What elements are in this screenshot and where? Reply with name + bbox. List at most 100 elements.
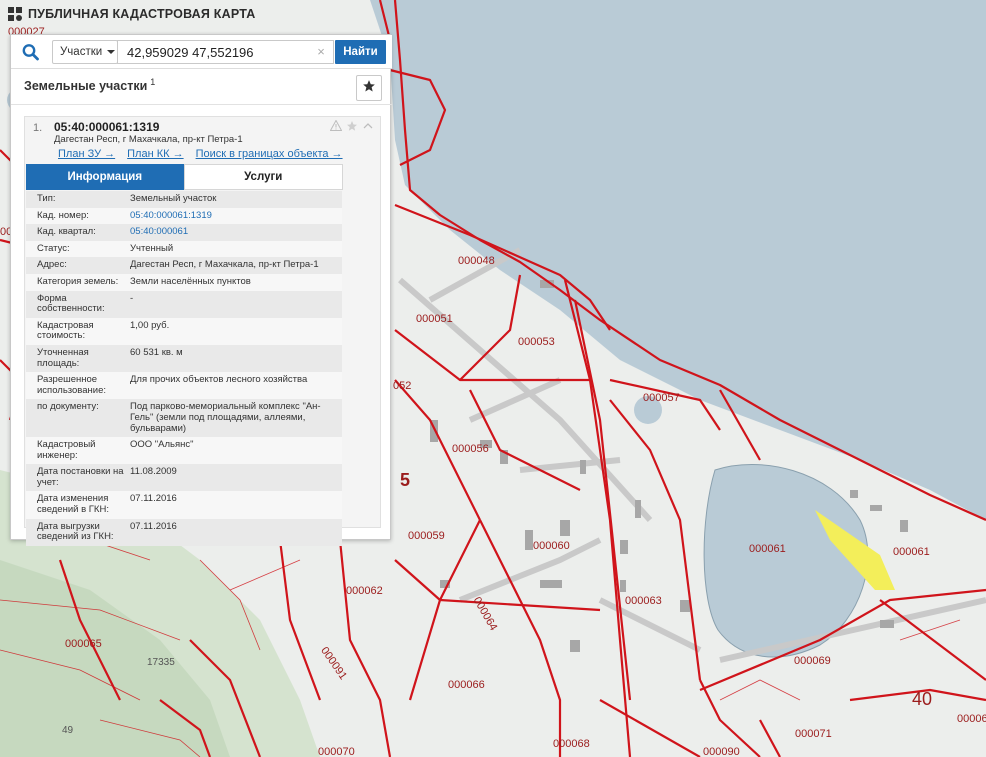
search-bar: Участки × Найти bbox=[11, 35, 392, 69]
tab-information[interactable]: Информация bbox=[26, 164, 184, 190]
property-value: Учтенный bbox=[130, 242, 174, 254]
map-parcel-label: 000048 bbox=[458, 255, 495, 267]
properties-table: Тип: Земельный участок Кад. номер: 05:40:0… bbox=[26, 191, 342, 546]
clear-search-button[interactable]: × bbox=[314, 44, 328, 60]
property-key: Статус: bbox=[37, 242, 70, 254]
map-parcel-label: 49 bbox=[62, 725, 74, 736]
plan-kk-link[interactable]: План КК → bbox=[127, 148, 183, 160]
app-header: ПУБЛИЧНАЯ КАДАСТРОВАЯ КАРТА bbox=[8, 5, 255, 23]
search-panel: Участки × Найти Земельные участки1 1. 05… bbox=[10, 34, 392, 546]
map-parcel-label: 000068 bbox=[553, 738, 590, 750]
result-tabs: Информация Услуги bbox=[26, 164, 343, 190]
results-title-text: Земельные участки bbox=[24, 79, 148, 94]
property-row: Разрешенное использование: Для прочих объ… bbox=[26, 372, 342, 400]
property-key: Кад. квартал: bbox=[37, 226, 96, 238]
property-row: Кадастровая стоимость: 1,00 руб. bbox=[26, 317, 342, 345]
star-outline-icon[interactable] bbox=[346, 120, 358, 135]
result-item-cad-number[interactable]: 05:40:000061:1319 bbox=[54, 120, 159, 134]
property-value: ООО "Альянс" bbox=[130, 439, 194, 451]
results-title: Земельные участки 1 bbox=[24, 77, 155, 93]
cad-number-link[interactable]: 05:40:000061:1319 bbox=[130, 210, 342, 222]
result-item-tools bbox=[329, 119, 374, 135]
chevron-down-icon bbox=[107, 50, 116, 54]
property-key: Категория земель: bbox=[37, 275, 119, 287]
map-parcel-label: 000062 bbox=[346, 585, 383, 597]
property-row: Уточненная площадь: 60 531 кв. м bbox=[26, 344, 342, 373]
property-key: Дата постановки на учет: bbox=[37, 466, 124, 488]
property-row: Дата изменения сведений в ГКН: 07.11.2016 bbox=[26, 491, 342, 519]
star-icon bbox=[362, 79, 376, 98]
property-key: по документу: bbox=[37, 401, 99, 413]
property-row: Кад. номер: 05:40:000061:1319 bbox=[26, 207, 342, 225]
property-row: Категория земель: Земли населённых пункто… bbox=[26, 273, 342, 291]
property-row: Дата постановки на учет: 11.08.2009 bbox=[26, 464, 342, 492]
property-value: 11.08.2009 bbox=[130, 466, 177, 478]
map-parcel-label: 000059 bbox=[408, 530, 445, 542]
map-parcel-label: 000069 bbox=[794, 655, 831, 667]
map-parcel-label: 000051 bbox=[416, 313, 453, 325]
result-item-address: Дагестан Респ, г Махачкала, пр-кт Петра-… bbox=[54, 134, 243, 145]
property-value: - bbox=[130, 292, 134, 304]
property-key: Дата выгрузки сведений из ГКН: bbox=[37, 520, 114, 543]
map-parcel-label: 000053 bbox=[518, 336, 555, 348]
find-button[interactable]: Найти bbox=[335, 40, 386, 64]
map-parcel-label: 000065 bbox=[65, 638, 102, 650]
map-parcel-label: 000060 bbox=[533, 540, 570, 552]
map-parcel-label: 17335 bbox=[147, 657, 175, 668]
property-row: Кадастровый инженер: ООО "Альянс" bbox=[26, 437, 342, 465]
cad-quarter-link[interactable]: 05:40:000061 bbox=[130, 227, 342, 238]
map-parcel-label: 000069 bbox=[957, 713, 986, 725]
property-key: Уточненная площадь: bbox=[37, 346, 89, 369]
property-value: Под парково-мемориальный комплекс "Ан-Ге… bbox=[130, 401, 321, 434]
result-item[interactable]: 1. 05:40:000061:1319 Дагестан Респ, г Ма… bbox=[24, 116, 381, 546]
search-type-label: Участки bbox=[60, 46, 103, 58]
map-parcel-label: 000061 bbox=[893, 546, 930, 558]
property-value: 1,00 руб. bbox=[130, 319, 170, 331]
map-quarter-label: 40 bbox=[912, 689, 933, 709]
tab-services[interactable]: Услуги bbox=[183, 164, 343, 190]
map-parcel-label: 000090 bbox=[703, 746, 740, 757]
property-key: Кад. номер: bbox=[37, 209, 89, 221]
map-parcel-label: 052 bbox=[393, 380, 412, 392]
property-value: Дагестан Респ, г Махачкала, пр-кт Петра-… bbox=[130, 259, 319, 271]
property-key: Разрешенное использование: bbox=[37, 374, 107, 396]
chevron-up-icon[interactable] bbox=[362, 120, 374, 135]
search-type-select[interactable]: Участки bbox=[52, 40, 118, 64]
property-key: Адрес: bbox=[37, 259, 67, 271]
map-parcel-label: 000066 bbox=[448, 679, 485, 691]
property-row: Кад. квартал: 05:40:000061 bbox=[26, 224, 342, 241]
property-row: Адрес: Дагестан Респ, г Махачкала, пр-кт … bbox=[26, 257, 342, 274]
map-parcel-label: 000063 bbox=[625, 595, 662, 607]
property-key: Форма собственности: bbox=[37, 292, 105, 315]
warning-icon[interactable] bbox=[329, 119, 343, 135]
property-value: Для прочих объектов лесного хозяйства bbox=[130, 374, 308, 386]
results-count: 1 bbox=[150, 77, 156, 87]
property-value: 60 531 кв. м bbox=[130, 346, 183, 358]
search-icon[interactable] bbox=[21, 43, 41, 61]
plan-zu-link[interactable]: План ЗУ → bbox=[58, 148, 115, 160]
property-row: по документу: Под парково-мемориальный ко… bbox=[26, 399, 342, 438]
app-title: ПУБЛИЧНАЯ КАДАСТРОВАЯ КАРТА bbox=[28, 7, 256, 21]
property-row: Дата выгрузки сведений из ГКН: 07.11.2016 bbox=[26, 518, 342, 546]
map-parcel-label: 000061 bbox=[749, 543, 786, 555]
property-key: Дата изменения сведений в ГКН: bbox=[37, 493, 109, 516]
property-row: Статус: Учтенный bbox=[26, 240, 342, 258]
property-row: Форма собственности: - bbox=[26, 290, 342, 318]
property-value: 07.11.2016 bbox=[130, 520, 177, 532]
favorites-button[interactable] bbox=[356, 75, 382, 101]
map-parcel-label: 000071 bbox=[795, 728, 832, 740]
property-value: 07.11.2016 bbox=[130, 493, 177, 505]
property-value: Земли населённых пунктов bbox=[130, 275, 251, 287]
map-quarter-label: 5 bbox=[400, 470, 411, 490]
map-parcel-label: 000056 bbox=[452, 443, 489, 455]
result-item-links: План ЗУ → План КК → Поиск в границах объ… bbox=[58, 148, 343, 160]
map-parcel-label: 000057 bbox=[643, 392, 680, 404]
property-value: Земельный участок bbox=[130, 193, 217, 204]
property-row: Тип: Земельный участок bbox=[26, 191, 342, 208]
property-key: Тип: bbox=[37, 193, 56, 204]
search-in-bounds-link[interactable]: Поиск в границах объекта → bbox=[196, 148, 343, 160]
search-input[interactable] bbox=[117, 40, 334, 64]
cadastre-logo-icon bbox=[8, 7, 22, 21]
property-key: Кадастровый инженер: bbox=[37, 439, 96, 461]
map-parcel-label: 000070 bbox=[318, 746, 355, 757]
